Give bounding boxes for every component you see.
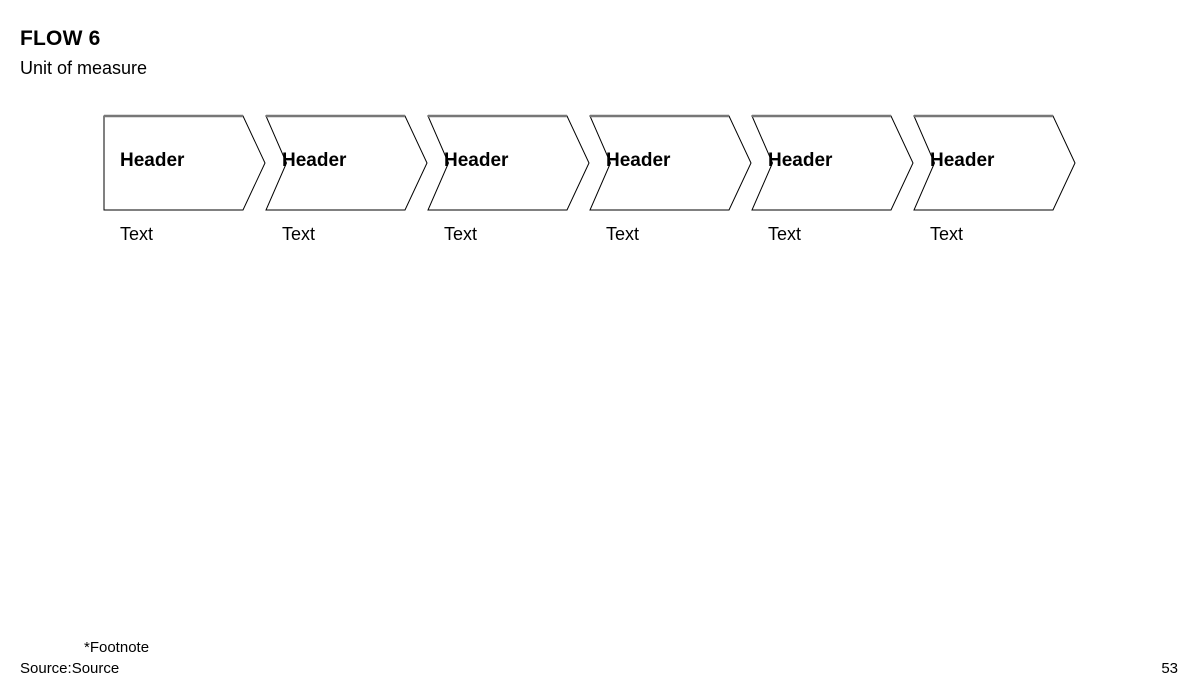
flow-step-caption: Text (930, 224, 964, 244)
flow-step-caption: Text (444, 224, 478, 244)
flow-step-caption: Text (120, 224, 154, 244)
chevron-header-layer: Header Header Header Header Header Header (104, 114, 1100, 212)
flow-captions: Text Text Text Text Text Text (0, 222, 1200, 248)
flow-step-header: Header (930, 150, 995, 171)
flow-step-header: Header (282, 150, 347, 171)
flow-step-header: Header (444, 150, 509, 171)
footnote: *Footnote (84, 639, 150, 656)
slide-subtitle: Unit of measure (20, 58, 148, 78)
page-number: 53 (1161, 660, 1178, 677)
flow-step-header: Header (120, 150, 185, 171)
slide-title: FLOW 6 (20, 27, 101, 50)
flow-step-header: Header (768, 150, 833, 171)
source-line: Source:Source (20, 660, 120, 677)
flow-step-caption: Text (768, 224, 802, 244)
flow-diagram: Header Header Header Header Header Header (103, 114, 1100, 212)
flow-step-header: Header (606, 150, 671, 171)
flow-step-caption: Text (282, 224, 316, 244)
flow-step-caption: Text (606, 224, 640, 244)
